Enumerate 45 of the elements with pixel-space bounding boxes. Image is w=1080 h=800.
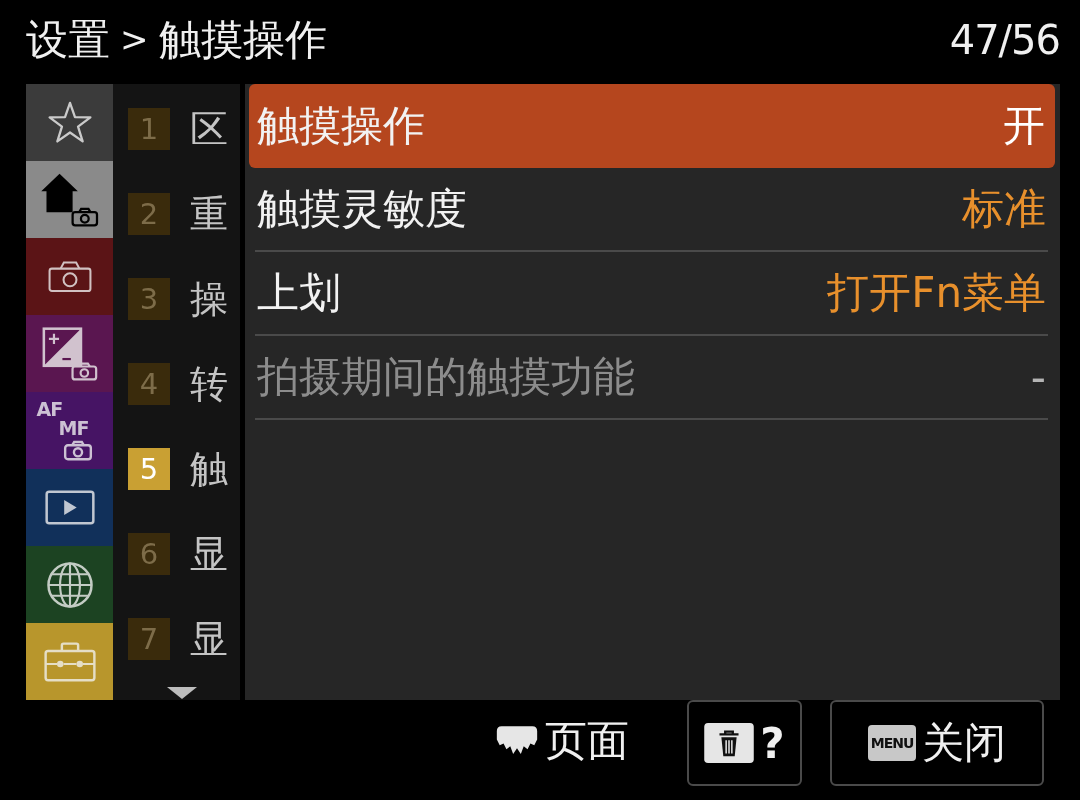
page-label: 转 [190,364,228,403]
exposure-camera-icon [41,326,98,381]
camera-icon [62,439,93,461]
globe-icon [45,560,94,609]
setting-label: 拍摄期间的触摸功能 [257,351,635,403]
menu-key: MENU [867,725,917,761]
category-tab[interactable] [26,238,113,315]
close-button[interactable]: MENU 关闭 [830,700,1044,786]
breadcrumb-parent: 设置 [26,15,110,65]
setting-label: 触摸灵敏度 [257,183,467,235]
setting-row[interactable]: 上划 打开Fn菜单 [255,252,1048,336]
setting-value: 标准 [962,183,1046,235]
page-label: 操 [190,279,228,318]
page-label: 区 [190,109,228,148]
setting-value: 开 [1003,100,1045,152]
setting-label: 上划 [257,267,341,319]
category-tab[interactable] [26,315,113,392]
trash-icon [704,723,755,763]
home-camera-icon [40,172,99,227]
page-hint-label: 页面 [545,717,629,766]
page-counter: 47/56 [949,17,1060,63]
page-label: 显 [190,534,228,573]
page-label: 显 [190,619,228,658]
mf-label: MF [58,419,89,438]
toolbox-icon [43,641,96,682]
setting-label: 触摸操作 [257,100,425,152]
page-label: 重 [190,194,228,233]
category-tab[interactable] [26,161,113,238]
screen-title: 触摸操作 [158,15,327,65]
category-tab[interactable] [26,469,113,546]
setting-value: 打开Fn菜单 [827,267,1046,319]
setting-row[interactable]: 触摸操作 开 [249,84,1055,168]
camera-icon [47,260,92,293]
breadcrumb-separator: > [120,20,149,60]
setting-row[interactable]: 触摸灵敏度 标准 [255,168,1048,252]
star-icon [46,101,93,144]
playback-icon [44,490,95,525]
af-label: AF [36,400,63,419]
page-label: 触 [190,449,228,488]
help-button[interactable]: ? [687,700,802,786]
setting-value: - [1030,352,1046,402]
down-triangle-icon [166,687,197,699]
category-tab[interactable] [26,546,113,623]
category-tab[interactable] [26,84,113,161]
category-tab[interactable]: AF MF [26,392,113,469]
